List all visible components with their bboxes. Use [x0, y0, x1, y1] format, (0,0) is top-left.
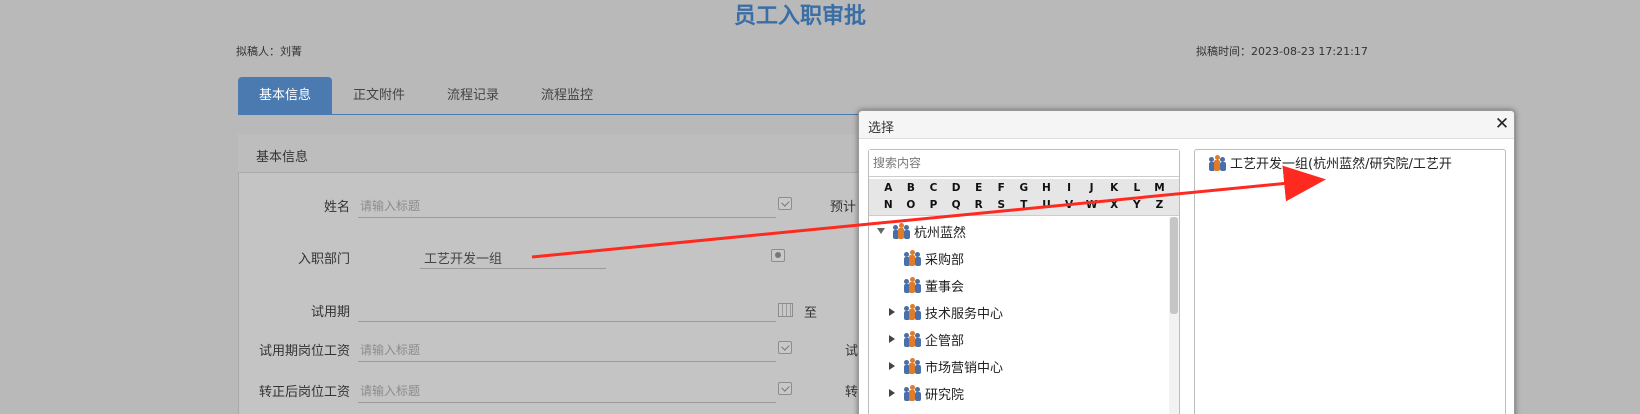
arrow-line: [531, 165, 1326, 259]
annotation-arrow: [531, 165, 1326, 259]
